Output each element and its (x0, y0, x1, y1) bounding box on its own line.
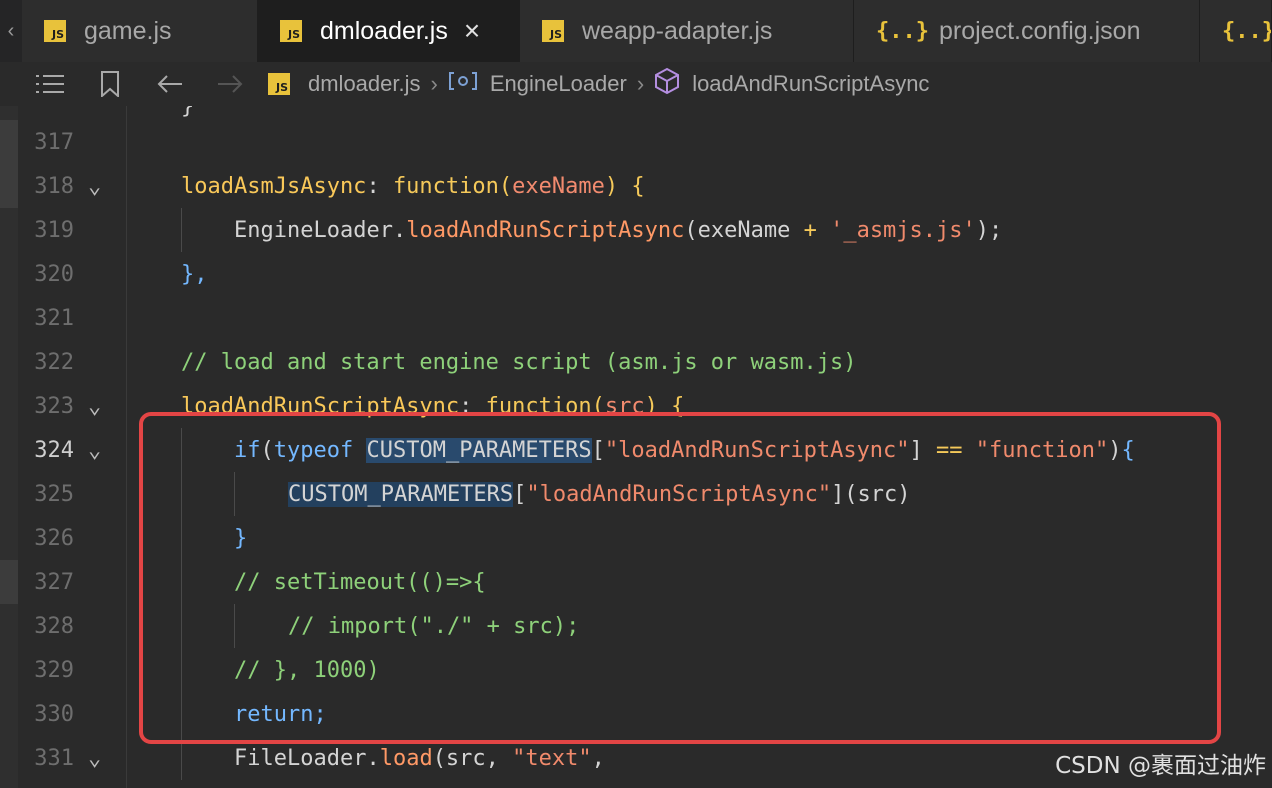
tab-project-config-json[interactable]: {..} project.config.json (854, 0, 1200, 62)
line-number: 330 (34, 701, 74, 727)
watermark: CSDN @裹面过油炸 (1055, 753, 1266, 779)
token: + (803, 217, 817, 243)
code-text: loadAsmJsAsync: function(exeName) { (181, 173, 645, 199)
line-number: 325 (34, 481, 74, 507)
code-text: EngineLoader.loadAndRunScriptAsync(exeNa… (234, 217, 1003, 243)
red-annotation-box (139, 412, 1221, 744)
tab-label: weapp-adapter.js (582, 16, 773, 45)
json-file-icon: {..} (876, 18, 929, 44)
method-cube-icon (654, 67, 680, 101)
tab-dmloader-js[interactable]: JS dmloader.js × (258, 0, 520, 62)
editor-tab-bar: ‹ JS game.js JS dmloader.js × JS weapp-a… (0, 0, 1272, 62)
breadcrumb-method[interactable]: loadAndRunScriptAsync (692, 71, 929, 97)
token: (src, (432, 745, 513, 771)
line-number: 327 (34, 569, 74, 595)
chevron-right-icon: › (430, 71, 438, 96)
code-line: 319 EngineLoader.loadAndRunScriptAsync(e… (0, 208, 1272, 252)
line-number: 322 (34, 349, 74, 375)
token: "text" (512, 745, 592, 771)
token: EngineLoader (234, 217, 393, 243)
token: loadAsmJsAsync (181, 173, 367, 199)
indent-guide (181, 208, 182, 252)
scroll-tabs-left-icon[interactable]: ‹ (0, 0, 22, 62)
chevron-right-icon: › (636, 71, 645, 96)
bookmark-icon[interactable] (80, 62, 140, 106)
token: '_asmjs.js' (830, 217, 976, 243)
js-file-icon: JS (280, 20, 302, 42)
line-number: 328 (34, 613, 74, 639)
code-line: 320 }, (0, 252, 1272, 296)
breadcrumb-class[interactable]: EngineLoader (490, 71, 627, 97)
tab-truncated[interactable]: {..} p (1200, 0, 1272, 62)
code-line: 321 (0, 296, 1272, 340)
outline-list-icon[interactable] (20, 62, 80, 106)
tab-label: game.js (84, 16, 172, 45)
breadcrumb-bar: JS dmloader.js › EngineLoader › loadAndR… (0, 62, 1272, 106)
code-text: }, (181, 261, 208, 287)
line-number: 321 (34, 305, 74, 331)
json-file-icon: {..} (1222, 18, 1272, 44)
line-number: 324 (34, 437, 74, 463)
js-file-icon: JS (44, 20, 66, 42)
fold-chevron-icon[interactable]: ⌄ (88, 438, 112, 463)
tab-weapp-adapter-js[interactable]: JS weapp-adapter.js (520, 0, 854, 62)
token: loadAndRunScriptAsync (406, 217, 685, 243)
tab-label: dmloader.js (320, 16, 448, 45)
tab-game-js[interactable]: JS game.js (22, 0, 258, 62)
fold-chevron-icon[interactable]: ⌄ (88, 746, 112, 771)
breadcrumb-file[interactable]: dmloader.js (308, 71, 421, 97)
line-number: 319 (34, 217, 74, 243)
code-text: FileLoader.load(src, "text", (234, 745, 605, 771)
line-number: 317 (34, 129, 74, 155)
token: exeName (697, 217, 791, 243)
code-comment: // load and start engine script (asm.js … (181, 349, 857, 375)
class-symbol-icon (448, 71, 478, 97)
token: load (379, 745, 433, 771)
line-number: 323 (34, 393, 74, 419)
token: function (392, 173, 499, 199)
fold-chevron-icon[interactable]: ⌄ (88, 394, 112, 419)
js-file-icon: JS (542, 20, 564, 42)
tab-label: project.config.json (938, 16, 1141, 45)
token: FileLoader (234, 745, 367, 771)
line-number: 318 (34, 173, 74, 199)
code-line: 322 // load and start engine script (asm… (0, 340, 1272, 384)
fold-chevron-icon[interactable]: ⌄ (88, 174, 112, 199)
line-number: 326 (34, 525, 74, 551)
back-arrow-icon[interactable] (140, 62, 200, 106)
line-number: 329 (34, 657, 74, 683)
line-number: 320 (34, 261, 74, 287)
line-number: 331 (34, 745, 74, 771)
token: , (591, 745, 605, 771)
code-line: 317 (0, 120, 1272, 164)
close-tab-icon[interactable]: × (464, 17, 480, 45)
breadcrumb: JS dmloader.js › EngineLoader › loadAndR… (268, 67, 929, 101)
code-line: 318 ⌄ loadAsmJsAsync: function(exeName) … (0, 164, 1272, 208)
code-text: } (181, 106, 195, 119)
forward-arrow-icon[interactable] (200, 62, 260, 106)
js-file-icon: JS (268, 73, 290, 95)
token: exeName (512, 173, 605, 199)
